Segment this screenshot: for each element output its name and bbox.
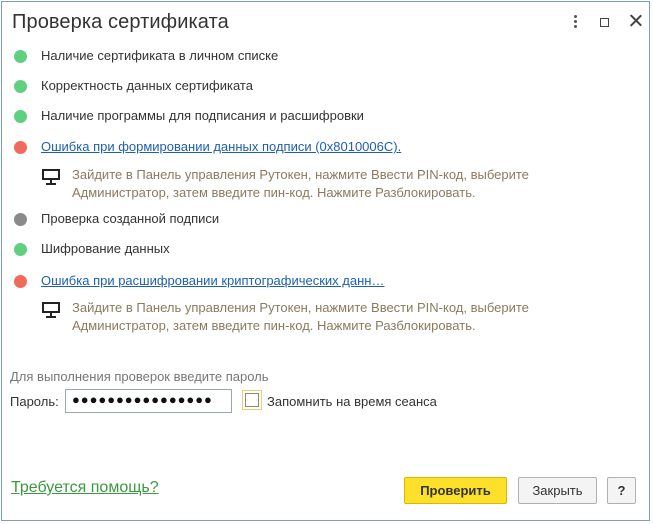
check-item-encryption: Шифрование данных [0, 238, 640, 258]
help-link[interactable]: Требуется помощь? [11, 479, 159, 497]
close-button[interactable]: Закрыть [518, 477, 597, 504]
check-item-signing-program: Наличие программы для подписания и расши… [0, 105, 640, 125]
status-ok-icon [14, 110, 27, 123]
password-label: Пароль: [10, 394, 59, 409]
status-ok-icon [14, 50, 27, 63]
hint-text: Зайдите в Панель управления Рутокен, наж… [72, 167, 529, 200]
decryption-error-link[interactable]: Ошибка при расшифровании криптографическ… [41, 273, 384, 288]
check-item-decryption-error: Ошибка при расшифровании криптографическ… [0, 270, 640, 290]
question-button[interactable]: ? [607, 477, 636, 504]
remember-checkbox[interactable] [242, 390, 262, 410]
remember-label[interactable]: Запомнить на время сеанса [267, 394, 437, 409]
status-error-icon [14, 275, 27, 288]
check-label: Шифрование данных [41, 241, 170, 256]
check-label: Проверка созданной подписи [41, 211, 220, 226]
window-title: Проверка сертификата [12, 11, 229, 33]
status-error-icon [14, 141, 27, 154]
password-input[interactable]: ●●●●●●●●●●●●●●●● [65, 389, 232, 413]
password-prompt: Для выполнения проверок введите пароль [10, 369, 269, 384]
status-ok-icon [14, 80, 27, 93]
check-item-created-signature: Проверка созданной подписи [0, 208, 640, 228]
check-item-certificate-data: Корректность данных сертификата [0, 75, 640, 95]
close-icon[interactable] [629, 13, 643, 27]
more-icon[interactable] [570, 13, 580, 33]
monitor-icon [42, 169, 60, 185]
maximize-icon[interactable] [600, 18, 609, 27]
check-label: Наличие программы для подписания и расши… [41, 108, 364, 123]
check-label: Наличие сертификата в личном списке [41, 48, 279, 63]
status-ok-icon [14, 243, 27, 256]
signature-error-link[interactable]: Ошибка при формировании данных подписи (… [41, 139, 401, 154]
check-item-certificate-in-list: Наличие сертификата в личном списке [0, 45, 640, 65]
check-label: Корректность данных сертификата [41, 78, 253, 93]
check-button[interactable]: Проверить [404, 477, 507, 504]
hint-text: Зайдите в Панель управления Рутокен, наж… [72, 300, 529, 333]
monitor-icon [42, 302, 60, 318]
status-pending-icon [14, 213, 27, 226]
check-item-signature-error: Ошибка при формировании данных подписи (… [0, 136, 640, 156]
